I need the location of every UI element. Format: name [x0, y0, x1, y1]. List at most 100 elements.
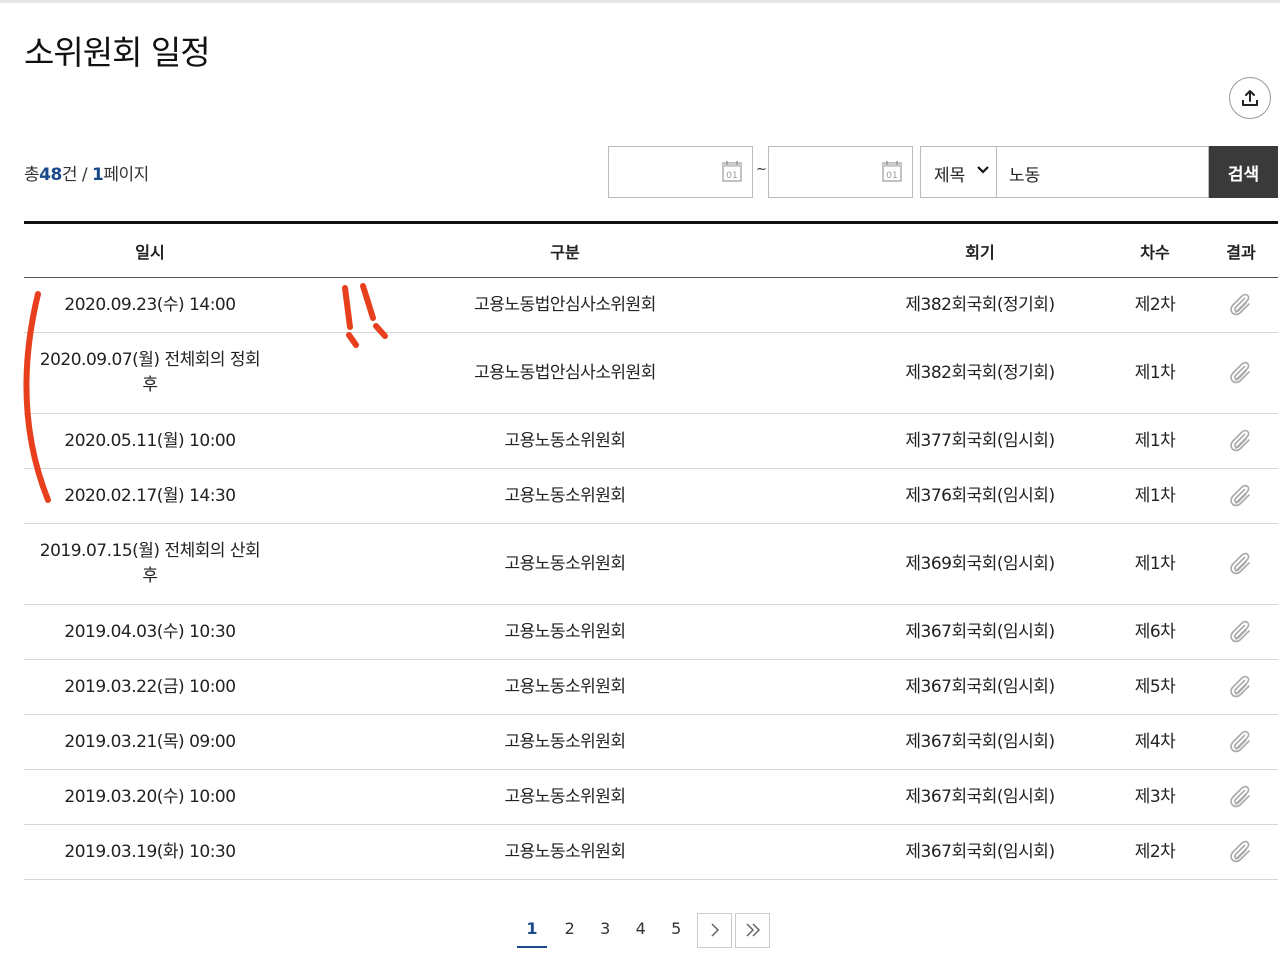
session-cell: 제376회국회(임시회) [854, 468, 1106, 524]
table-row[interactable]: 2019.04.03(수) 10:30 고용노동소위원회 제367회국회(임시회) 제… [24, 604, 1278, 660]
share-export-icon [1242, 90, 1258, 106]
date-cell: 2020.05.11(월) 10:00 [24, 413, 276, 469]
paperclip-icon[interactable] [1228, 360, 1254, 386]
paperclip-icon[interactable] [1228, 784, 1254, 810]
result-cell [1204, 604, 1278, 660]
type-cell[interactable]: 고용노동소위원회 [276, 413, 854, 469]
result-summary: 총48건 / 1페이지 [24, 160, 149, 185]
page-link-1[interactable]: 1 [517, 912, 547, 948]
table-row[interactable]: 2020.09.07(월) 전체회의 정회 후 고용노동법안심사소위원회 제382회… [24, 332, 1278, 414]
start-date-field[interactable]: 01 [608, 146, 753, 198]
date-cell: 2019.03.21(목) 09:00 [24, 714, 276, 770]
table-row[interactable]: 2019.03.22(금) 10:00 고용노동소위원회 제367회국회(임시회) 제… [24, 659, 1278, 715]
type-cell[interactable]: 고용노동소위원회 [276, 769, 854, 825]
table-row[interactable]: 2020.05.11(월) 10:00 고용노동소위원회 제377회국회(임시회) 제… [24, 413, 1278, 469]
svg-text:01: 01 [886, 171, 897, 181]
result-cell [1204, 523, 1278, 605]
date-cell: 2019.03.20(수) 10:00 [24, 769, 276, 825]
header-result: 결과 [1204, 222, 1278, 278]
order-cell: 제1차 [1106, 523, 1204, 605]
export-button[interactable] [1229, 77, 1271, 119]
result-cell [1204, 659, 1278, 715]
paperclip-icon[interactable] [1228, 428, 1254, 454]
type-cell[interactable]: 고용노동소위원회 [276, 523, 854, 605]
end-date-field[interactable]: 01 [768, 146, 913, 198]
search-button[interactable]: 검색 [1209, 146, 1278, 198]
type-cell[interactable]: 고용노동법안심사소위원회 [276, 277, 854, 333]
table-row[interactable]: 2019.03.20(수) 10:00 고용노동소위원회 제367회국회(임시회) 제… [24, 769, 1278, 825]
order-cell: 제5차 [1106, 659, 1204, 715]
page-link-2[interactable]: 2 [552, 912, 588, 948]
result-cell [1204, 332, 1278, 414]
next-page-button[interactable] [697, 912, 732, 948]
session-cell: 제367회국회(임시회) [854, 604, 1106, 660]
header-type: 구분 [276, 222, 854, 278]
search-field-select[interactable]: 제목 [920, 146, 997, 198]
result-cell [1204, 468, 1278, 524]
paperclip-icon[interactable] [1228, 483, 1254, 509]
type-cell[interactable]: 고용노동소위원회 [276, 824, 854, 880]
calendar-icon[interactable]: 01 [722, 160, 742, 182]
session-cell: 제382회국회(정기회) [854, 332, 1106, 414]
header-date: 일시 [24, 222, 276, 278]
table-header-row: 일시 구분 회기 차수 결과 [24, 222, 1278, 278]
search-input[interactable]: 노동 [997, 146, 1209, 198]
table-row[interactable]: 2019.03.19(화) 10:30 고용노동소위원회 제367회국회(임시회) 제… [24, 824, 1278, 880]
chevron-down-icon [977, 166, 989, 174]
date-cell: 2019.03.19(화) 10:30 [24, 824, 276, 880]
header-order: 차수 [1106, 222, 1204, 278]
page-title: 소위원회 일정 [24, 33, 211, 72]
order-cell: 제1차 [1106, 413, 1204, 469]
paperclip-icon[interactable] [1228, 551, 1254, 577]
result-cell [1204, 413, 1278, 469]
session-cell: 제367회국회(임시회) [854, 769, 1106, 825]
summary-unit: 건 / [61, 165, 92, 185]
table-row[interactable]: 2020.09.23(수) 14:00 고용노동법안심사소위원회 제382회국회(정… [24, 277, 1278, 333]
session-cell: 제369회국회(임시회) [854, 523, 1106, 605]
type-cell[interactable]: 고용노동소위원회 [276, 468, 854, 524]
summary-prefix: 총 [24, 165, 40, 185]
table-row[interactable]: 2020.02.17(월) 14:30 고용노동소위원회 제376회국회(임시회) 제… [24, 468, 1278, 524]
search-field-selected: 제목 [934, 166, 966, 186]
session-cell: 제367회국회(임시회) [854, 714, 1106, 770]
date-cell: 2019.07.15(월) 전체회의 산회 후 [24, 523, 276, 605]
table-row[interactable]: 2019.07.15(월) 전체회의 산회 후 고용노동소위원회 제369회국회(임… [24, 523, 1278, 605]
page-link-4[interactable]: 4 [623, 912, 659, 948]
pagination: 1 2 3 4 5 [517, 912, 770, 948]
session-cell: 제377회국회(임시회) [854, 413, 1106, 469]
order-cell: 제2차 [1106, 824, 1204, 880]
order-cell: 제1차 [1106, 332, 1204, 414]
order-cell: 제2차 [1106, 277, 1204, 333]
type-cell[interactable]: 고용노동법안심사소위원회 [276, 332, 854, 414]
order-cell: 제4차 [1106, 714, 1204, 770]
calendar-icon[interactable]: 01 [882, 160, 902, 182]
summary-page-suffix: 페이지 [103, 165, 149, 185]
page-link-3[interactable]: 3 [588, 912, 624, 948]
date-cell: 2020.09.23(수) 14:00 [24, 277, 276, 333]
order-cell: 제3차 [1106, 769, 1204, 825]
type-cell[interactable]: 고용노동소위원회 [276, 659, 854, 715]
paperclip-icon[interactable] [1228, 292, 1254, 318]
paperclip-icon[interactable] [1228, 729, 1254, 755]
paperclip-icon[interactable] [1228, 839, 1254, 865]
page-link-5[interactable]: 5 [659, 912, 695, 948]
double-chevron-right-icon [745, 923, 760, 937]
date-cell: 2020.09.07(월) 전체회의 정회 후 [24, 332, 276, 414]
last-page-button[interactable] [735, 912, 770, 948]
order-cell: 제1차 [1106, 468, 1204, 524]
svg-text:01: 01 [726, 171, 737, 181]
type-cell[interactable]: 고용노동소위원회 [276, 714, 854, 770]
session-cell: 제382회국회(정기회) [854, 277, 1106, 333]
date-cell: 2019.03.22(금) 10:00 [24, 659, 276, 715]
chevron-right-icon [710, 923, 719, 937]
result-cell [1204, 769, 1278, 825]
paperclip-icon[interactable] [1228, 674, 1254, 700]
order-cell: 제6차 [1106, 604, 1204, 660]
date-cell: 2020.02.17(월) 14:30 [24, 468, 276, 524]
schedule-table: 일시 구분 회기 차수 결과 2020.09.23(수) 14:00 고용노동법안… [24, 221, 1278, 880]
paperclip-icon[interactable] [1228, 619, 1254, 645]
type-cell[interactable]: 고용노동소위원회 [276, 604, 854, 660]
session-cell: 제367회국회(임시회) [854, 659, 1106, 715]
date-cell: 2019.04.03(수) 10:30 [24, 604, 276, 660]
table-row[interactable]: 2019.03.21(목) 09:00 고용노동소위원회 제367회국회(임시회) 제… [24, 714, 1278, 770]
